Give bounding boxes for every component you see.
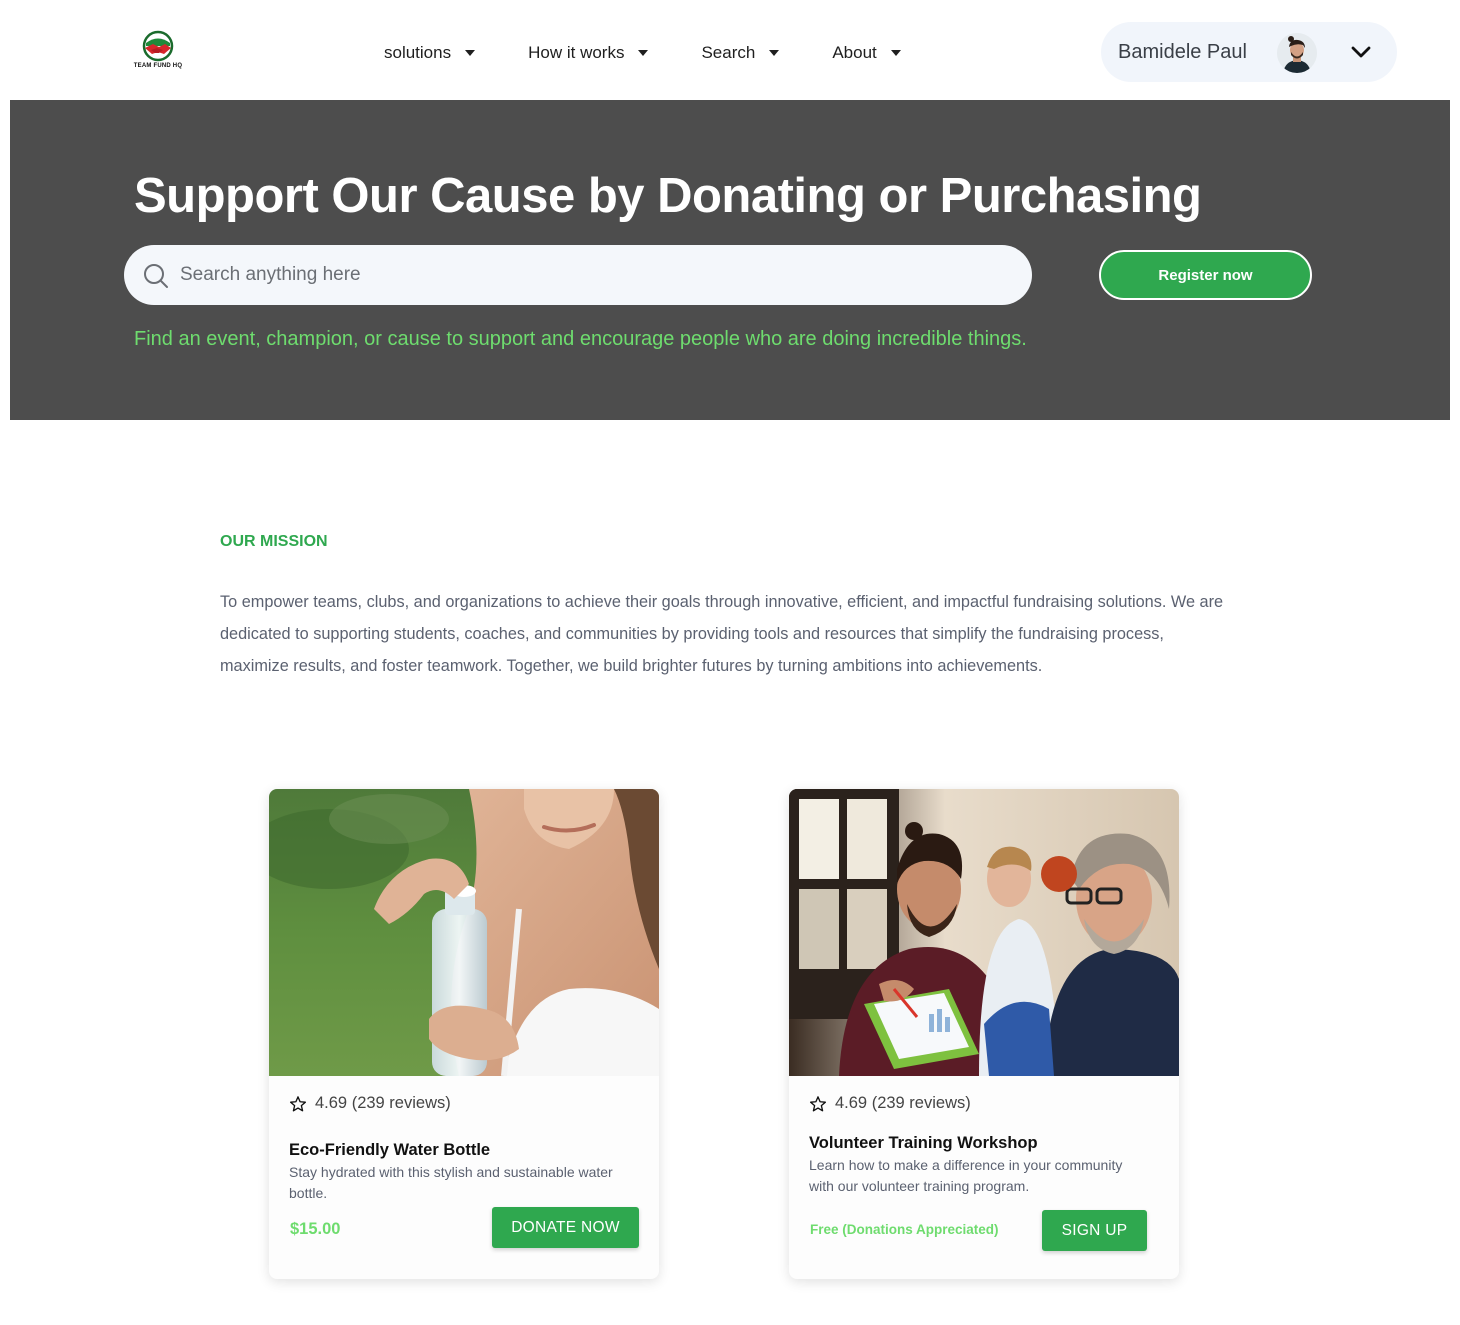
logo-handshake-icon xyxy=(142,30,174,62)
caret-down-icon xyxy=(638,50,649,56)
chevron-down-icon[interactable] xyxy=(1350,42,1372,62)
caret-down-icon xyxy=(465,50,476,56)
nav-how-it-works-label: How it works xyxy=(528,43,625,62)
card-rating: 4.69 (239 reviews) xyxy=(289,1094,451,1113)
nav-how-it-works[interactable]: How it works xyxy=(528,43,649,63)
nav-solutions-label: solutions xyxy=(384,43,452,62)
star-icon xyxy=(289,1095,307,1111)
rating-text: 4.69 (239 reviews) xyxy=(315,1094,451,1112)
hero-banner: Support Our Cause by Donating or Purchas… xyxy=(10,100,1450,420)
user-name: Bamidele Paul xyxy=(1118,41,1247,63)
event-card-volunteer-workshop[interactable]: 4.69 (239 reviews) Volunteer Training Wo… xyxy=(789,789,1179,1279)
search-input[interactable] xyxy=(180,259,1000,291)
caret-down-icon xyxy=(890,50,901,56)
caret-down-icon xyxy=(769,50,780,56)
top-header: TEAM FUND HQ solutions How it works Sear… xyxy=(0,0,1460,100)
rating-text: 4.69 (239 reviews) xyxy=(835,1094,971,1112)
register-now-button[interactable]: Register now xyxy=(1099,250,1312,300)
water-bottle-photo xyxy=(269,789,659,1076)
avatar-portrait-icon xyxy=(1277,33,1317,73)
card-price: $15.00 xyxy=(290,1220,341,1238)
search-bar[interactable] xyxy=(124,245,1032,305)
logo-wordmark: TEAM FUND HQ xyxy=(133,63,183,69)
hero-subtitle: Find an event, champion, or cause to sup… xyxy=(134,328,1027,350)
user-menu[interactable]: Bamidele Paul xyxy=(1101,22,1397,82)
mission-text: To empower teams, clubs, and organizatio… xyxy=(220,593,1224,675)
card-title: Volunteer Training Workshop xyxy=(809,1134,1038,1152)
main-nav: solutions How it works Search About xyxy=(384,40,901,66)
people-reviewing-chart-image xyxy=(789,789,1179,1076)
mission-heading: OUR MISSION xyxy=(220,533,328,550)
sign-up-button[interactable]: SIGN UP xyxy=(1042,1210,1147,1251)
card-title: Eco-Friendly Water Bottle xyxy=(289,1141,491,1159)
card-description: Learn how to make a difference in your c… xyxy=(809,1157,1123,1194)
team-fund-hq-logo[interactable]: TEAM FUND HQ xyxy=(126,30,190,74)
workshop-photo xyxy=(789,789,1179,1076)
woman-with-bottle-image xyxy=(269,789,659,1076)
nav-about[interactable]: About xyxy=(832,43,901,63)
avatar[interactable] xyxy=(1277,33,1317,73)
nav-solutions[interactable]: solutions xyxy=(384,43,476,63)
nav-about-label: About xyxy=(832,43,877,62)
star-icon xyxy=(809,1095,827,1111)
card-description: Stay hydrated with this stylish and sust… xyxy=(289,1164,613,1201)
hero-title: Support Our Cause by Donating or Purchas… xyxy=(134,169,1202,223)
product-card-water-bottle[interactable]: 4.69 (239 reviews) Eco-Friendly Water Bo… xyxy=(269,789,659,1279)
search-icon xyxy=(144,264,168,288)
card-price: Free (Donations Appreciated) xyxy=(810,1222,999,1237)
nav-search[interactable]: Search xyxy=(701,43,780,63)
donate-now-button[interactable]: DONATE NOW xyxy=(492,1207,639,1248)
card-rating: 4.69 (239 reviews) xyxy=(809,1094,971,1113)
nav-search-label: Search xyxy=(701,43,756,62)
